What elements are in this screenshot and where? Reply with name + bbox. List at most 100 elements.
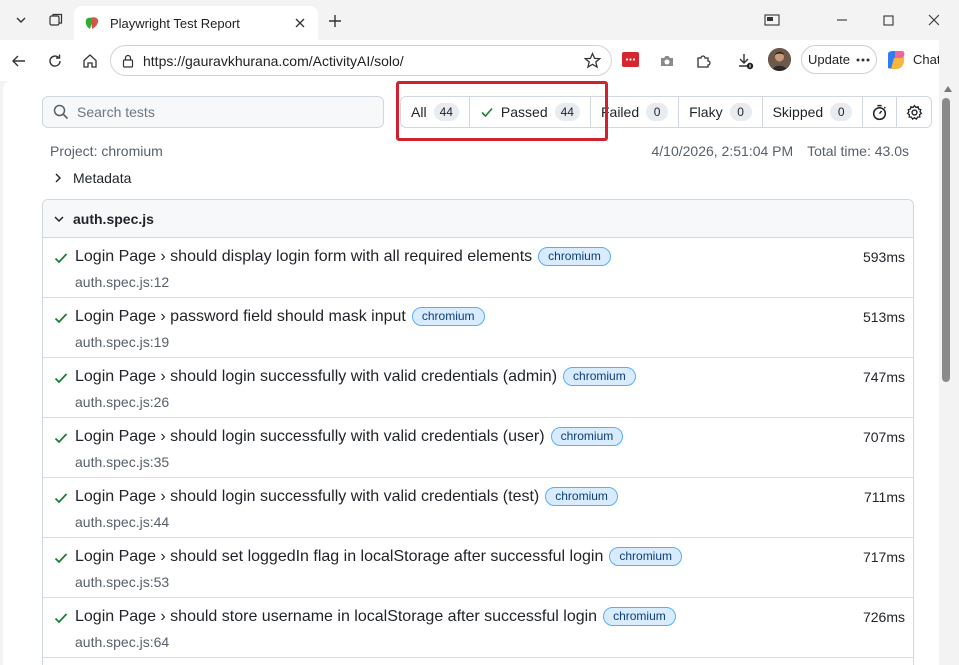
check-icon xyxy=(54,253,68,264)
screenshot-extension-button[interactable] xyxy=(652,46,682,76)
test-title[interactable]: Login Page › should store username in lo… xyxy=(75,608,597,626)
test-row[interactable]: Login Page › should store username in lo… xyxy=(43,598,913,658)
filter-all[interactable]: All 44 xyxy=(401,97,470,127)
update-button[interactable]: Update xyxy=(801,45,877,74)
test-duration: 717ms xyxy=(862,549,905,565)
test-row[interactable]: Login Page › should login successfully w… xyxy=(43,418,913,478)
check-icon xyxy=(54,373,68,384)
profile-avatar[interactable] xyxy=(768,48,791,71)
search-input[interactable]: Search tests xyxy=(42,96,384,128)
test-title[interactable]: Login Page › should login successfully w… xyxy=(75,488,539,506)
download-icon xyxy=(739,54,754,70)
workspaces-button[interactable] xyxy=(41,6,71,34)
maximize-button[interactable] xyxy=(866,0,910,40)
test-location[interactable]: auth.spec.js:44 xyxy=(75,514,169,530)
close-tab-button[interactable] xyxy=(292,15,308,31)
test-title[interactable]: Login Page › should set loggedIn flag in… xyxy=(75,548,603,566)
filter-passed[interactable]: Passed 44 xyxy=(469,97,591,127)
back-button[interactable] xyxy=(4,46,34,76)
project-tag[interactable]: chromium xyxy=(538,247,611,266)
filter-failed[interactable]: Failed 0 xyxy=(590,97,680,127)
filter-flaky-count: 0 xyxy=(729,103,752,121)
project-tag[interactable]: chromium xyxy=(603,607,676,626)
test-title-line: Login Page › should login successfully w… xyxy=(75,367,636,386)
copilot-icon xyxy=(888,50,905,69)
project-tag[interactable]: chromium xyxy=(545,487,618,506)
test-title-line: Login Page › password field should mask … xyxy=(75,307,485,326)
project-tag[interactable]: chromium xyxy=(563,367,636,386)
downloads-button[interactable] xyxy=(730,46,760,76)
chat-label: Chat xyxy=(913,52,941,67)
speedboard-button[interactable] xyxy=(863,97,898,127)
chevron-down-icon xyxy=(16,17,26,23)
refresh-button[interactable] xyxy=(40,46,70,76)
test-list: Login Page › should display login form w… xyxy=(43,238,913,658)
puzzle-icon xyxy=(697,55,711,68)
test-location[interactable]: auth.spec.js:64 xyxy=(75,634,169,650)
filter-all-label: All xyxy=(411,104,427,120)
address-bar[interactable]: https://gauravkhurana.com/ActivityAI/sol… xyxy=(110,45,612,76)
test-title[interactable]: Login Page › should display login form w… xyxy=(75,248,532,266)
test-title-line: Login Page › should login successfully w… xyxy=(75,487,618,506)
check-icon xyxy=(54,613,68,624)
project-tag[interactable]: chromium xyxy=(550,427,624,446)
filter-skipped-label: Skipped xyxy=(772,104,824,120)
test-row[interactable]: Login Page › should login successfully w… xyxy=(43,358,913,418)
test-location[interactable]: auth.spec.js:12 xyxy=(75,274,169,290)
test-duration: 707ms xyxy=(862,429,905,445)
test-duration: 726ms xyxy=(862,609,905,625)
window-layout-button[interactable] xyxy=(750,0,794,40)
minimize-icon xyxy=(837,19,847,21)
tab-title: Playwright Test Report xyxy=(110,15,240,31)
password-manager-extension-icon[interactable] xyxy=(622,52,639,67)
test-title[interactable]: Login Page › should login successfully w… xyxy=(75,428,545,446)
run-info: 4/10/2026, 2:51:04 PM Total time: 43.0s xyxy=(652,143,910,159)
filter-skipped[interactable]: Skipped 0 xyxy=(762,97,864,127)
filter-passed-count: 44 xyxy=(554,103,580,121)
minimize-button[interactable] xyxy=(820,0,864,40)
project-tag[interactable]: chromium xyxy=(609,547,683,566)
test-title-line: Login Page › should set loggedIn flag in… xyxy=(75,547,683,566)
scroll-up-arrow-icon[interactable] xyxy=(944,86,952,92)
extensions-button[interactable] xyxy=(688,46,718,76)
test-location[interactable]: auth.spec.js:53 xyxy=(75,574,169,590)
test-location[interactable]: auth.spec.js:26 xyxy=(75,394,169,410)
test-title[interactable]: Login Page › password field should mask … xyxy=(75,308,406,326)
metadata-toggle[interactable]: Metadata xyxy=(53,170,131,186)
test-file-header[interactable]: auth.spec.js xyxy=(43,200,913,238)
metadata-label: Metadata xyxy=(73,170,132,186)
tab-actions-button[interactable] xyxy=(6,6,36,34)
update-label: Update xyxy=(808,52,850,67)
test-location[interactable]: auth.spec.js:19 xyxy=(75,334,169,350)
test-row[interactable]: Login Page › password field should mask … xyxy=(43,298,913,358)
check-icon xyxy=(54,493,68,504)
maximize-icon xyxy=(882,14,894,26)
active-tab[interactable]: Playwright Test Report xyxy=(74,6,318,40)
search-icon xyxy=(53,104,69,120)
favorite-star-icon[interactable] xyxy=(584,52,601,69)
test-duration: 513ms xyxy=(862,309,905,325)
test-duration: 593ms xyxy=(862,249,905,265)
arrow-left-icon xyxy=(12,55,25,67)
plus-icon xyxy=(329,15,341,27)
test-row[interactable]: Login Page › should login successfully w… xyxy=(43,478,913,538)
home-button[interactable] xyxy=(75,46,105,76)
new-tab-button[interactable] xyxy=(322,8,348,34)
status-filter-bar: All 44 Passed 44 Failed 0 Flaky 0 Skippe… xyxy=(400,96,933,128)
filter-failed-label: Failed xyxy=(600,104,640,120)
filter-flaky[interactable]: Flaky 0 xyxy=(679,97,763,127)
test-row[interactable]: Login Page › should display login form w… xyxy=(43,238,913,298)
project-tag[interactable]: chromium xyxy=(411,307,485,326)
check-icon xyxy=(54,433,68,444)
test-title[interactable]: Login Page › should login successfully w… xyxy=(75,368,557,386)
playwright-favicon-icon xyxy=(85,17,99,29)
check-icon xyxy=(54,553,68,564)
scrollbar-thumb[interactable] xyxy=(942,98,950,382)
run-date: 4/10/2026, 2:51:04 PM xyxy=(651,143,794,159)
test-title-line: Login Page › should store username in lo… xyxy=(75,607,676,626)
camera-icon xyxy=(661,56,673,66)
test-location[interactable]: auth.spec.js:35 xyxy=(75,454,169,470)
browser-tab-strip: Playwright Test Report xyxy=(0,0,959,40)
test-row[interactable]: Login Page › should set loggedIn flag in… xyxy=(43,538,913,598)
settings-button[interactable] xyxy=(897,97,932,127)
